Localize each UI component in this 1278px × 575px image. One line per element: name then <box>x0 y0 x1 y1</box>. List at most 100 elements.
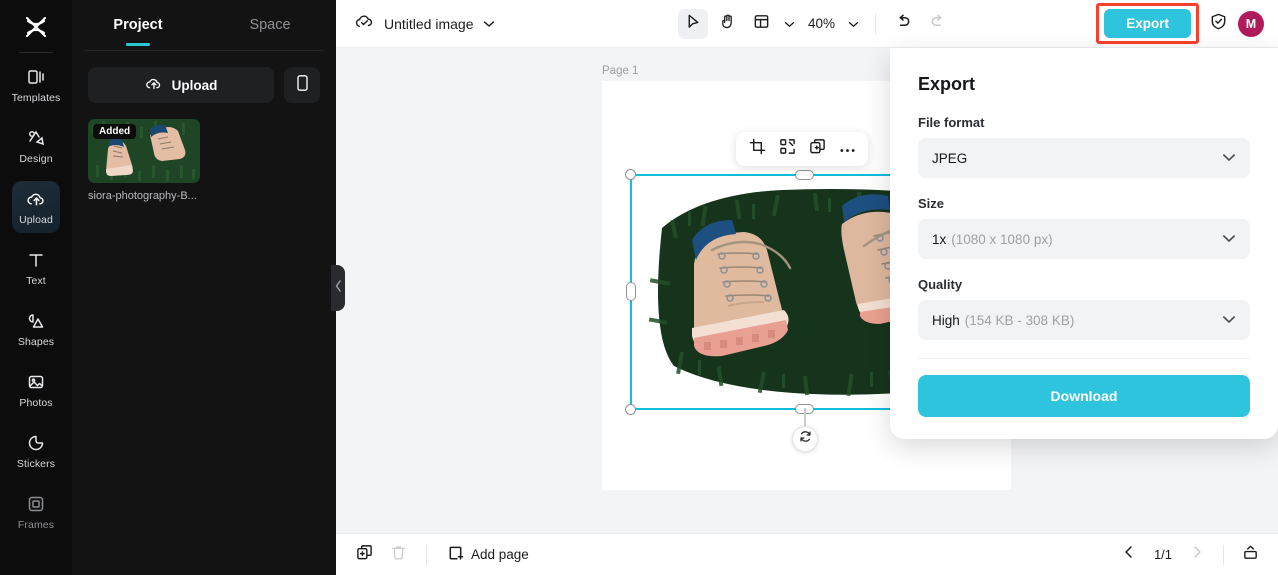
user-avatar[interactable]: M <box>1238 10 1264 37</box>
upload-button[interactable]: Upload <box>88 67 274 103</box>
chevron-down-icon <box>1222 149 1236 167</box>
more-options-button[interactable] <box>833 135 861 163</box>
export-panel-title: Export <box>918 74 976 94</box>
zoom-caret-icon[interactable] <box>844 15 863 33</box>
capcut-editor-window: Templates Design Upload Text Shapes Phot… <box>0 0 1278 575</box>
bottom-toolbar: Add page 1/1 <box>336 533 1278 575</box>
panel-tab-bar: Project Space <box>72 0 336 50</box>
layout-caret-icon[interactable] <box>780 15 799 33</box>
upload-from-phone-button[interactable] <box>284 67 320 103</box>
file-format-value: JPEG <box>932 150 968 166</box>
resize-handle-middle-left[interactable] <box>626 282 636 301</box>
zoom-level-value[interactable]: 40% <box>803 16 840 31</box>
bottombar-divider <box>426 544 427 565</box>
ai-tools-button[interactable] <box>773 135 801 163</box>
size-value: 1x <box>932 231 947 247</box>
phone-icon <box>295 74 310 97</box>
chevron-down-icon <box>1222 230 1236 248</box>
page-navigation-group: 1/1 <box>1115 541 1278 569</box>
asset-grid: Added siora-photography-B... <box>72 103 336 202</box>
cloud-saved-icon[interactable] <box>354 11 375 37</box>
capcut-logo-icon[interactable] <box>0 4 72 50</box>
sidebar-item-design[interactable]: Design <box>12 120 60 172</box>
resize-handle-bottom-left[interactable] <box>625 404 636 415</box>
project-panel: Project Space Upload Added siora-photogr… <box>72 0 345 575</box>
page-actions-group: Add page <box>336 541 529 569</box>
toolbar-divider <box>875 13 877 34</box>
undo-button[interactable] <box>888 9 918 39</box>
resize-handle-top-left[interactable] <box>625 169 636 180</box>
asset-thumbnail[interactable]: Added <box>88 119 200 183</box>
tab-project[interactable]: Project <box>72 0 204 50</box>
bottom-panel-icon <box>1242 544 1259 566</box>
sidebar-item-templates[interactable]: Templates <box>12 59 60 111</box>
cursor-select-icon <box>685 13 702 35</box>
export-panel-divider <box>918 358 1250 359</box>
layout-grid-icon <box>753 13 770 35</box>
editor-main: Untitled image 40% Export M Page 1 Add p… <box>336 0 1278 575</box>
document-title[interactable]: Untitled image <box>384 16 474 32</box>
crop-icon <box>749 138 766 160</box>
size-hint: (1080 x 1080 px) <box>951 231 1053 247</box>
quality-label: Quality <box>918 277 963 292</box>
asset-item[interactable]: Added siora-photography-B... <box>88 119 200 202</box>
prev-page-button[interactable] <box>1115 541 1143 569</box>
chevron-right-icon <box>1190 545 1204 564</box>
rotate-handle[interactable] <box>792 426 818 452</box>
layout-tool[interactable] <box>746 9 776 39</box>
export-button[interactable]: Export <box>1104 9 1191 38</box>
sidebar-label-shapes: Shapes <box>17 336 55 348</box>
frames-icon <box>26 493 46 515</box>
navigation-divider <box>1223 544 1224 565</box>
upload-row: Upload <box>72 51 336 103</box>
duplicate-button[interactable] <box>803 135 831 163</box>
added-badge: Added <box>93 124 137 139</box>
stickers-icon <box>26 432 46 454</box>
sidebar-item-shapes[interactable]: Shapes <box>12 303 60 355</box>
sidebar-item-upload[interactable]: Upload <box>12 181 60 233</box>
tab-space[interactable]: Space <box>204 0 336 50</box>
sidebar-item-frames[interactable]: Frames <box>12 486 60 538</box>
duplicate-page-button[interactable] <box>350 541 378 569</box>
sidebar-item-photos[interactable]: Photos <box>12 364 60 416</box>
add-page-icon <box>447 545 464 565</box>
panel-toggle-button[interactable] <box>1236 541 1264 569</box>
hand-pan-icon <box>719 13 736 35</box>
redo-icon <box>929 13 946 35</box>
templates-icon <box>26 66 46 88</box>
sidebar-label-photos: Photos <box>19 397 53 409</box>
hand-pan-tool[interactable] <box>712 9 742 39</box>
size-label: Size <box>918 196 945 211</box>
sidebar-item-text[interactable]: Text <box>12 242 60 294</box>
chevron-left-icon <box>335 279 342 297</box>
duplicate-page-icon <box>356 544 373 566</box>
file-format-label: File format <box>918 115 985 130</box>
cursor-select-tool[interactable] <box>678 8 708 39</box>
sidebar-label-upload: Upload <box>19 214 53 226</box>
export-button-wrapper: Export <box>1096 3 1199 44</box>
add-page-button[interactable]: Add page <box>447 545 529 565</box>
redo-button[interactable] <box>922 9 952 39</box>
sidebar-label-design: Design <box>19 153 53 165</box>
next-page-button[interactable] <box>1183 541 1211 569</box>
sidebar-label-frames: Frames <box>17 519 55 531</box>
panel-collapse-handle[interactable] <box>331 265 345 311</box>
chevron-down-icon[interactable] <box>483 15 495 33</box>
crop-button[interactable] <box>743 135 771 163</box>
more-options-icon <box>839 140 856 158</box>
download-button[interactable]: Download <box>918 375 1250 417</box>
sidebar-item-stickers[interactable]: Stickers <box>12 425 60 477</box>
delete-page-button[interactable] <box>384 541 412 569</box>
shapes-icon <box>26 310 46 332</box>
quality-select[interactable]: High (154 KB - 308 KB) <box>918 300 1250 340</box>
file-format-select[interactable]: JPEG <box>918 138 1250 178</box>
left-tool-rail: Templates Design Upload Text Shapes Phot… <box>0 0 72 575</box>
duplicate-icon <box>809 138 826 160</box>
shield-check-icon[interactable] <box>1209 12 1228 36</box>
asset-filename: siora-photography-B... <box>88 190 197 202</box>
rotate-icon <box>799 430 812 448</box>
resize-handle-top-center[interactable] <box>795 170 814 180</box>
view-tools-group: 40% <box>678 8 952 39</box>
upload-cloud-icon <box>26 188 47 210</box>
size-select[interactable]: 1x (1080 x 1080 px) <box>918 219 1250 259</box>
